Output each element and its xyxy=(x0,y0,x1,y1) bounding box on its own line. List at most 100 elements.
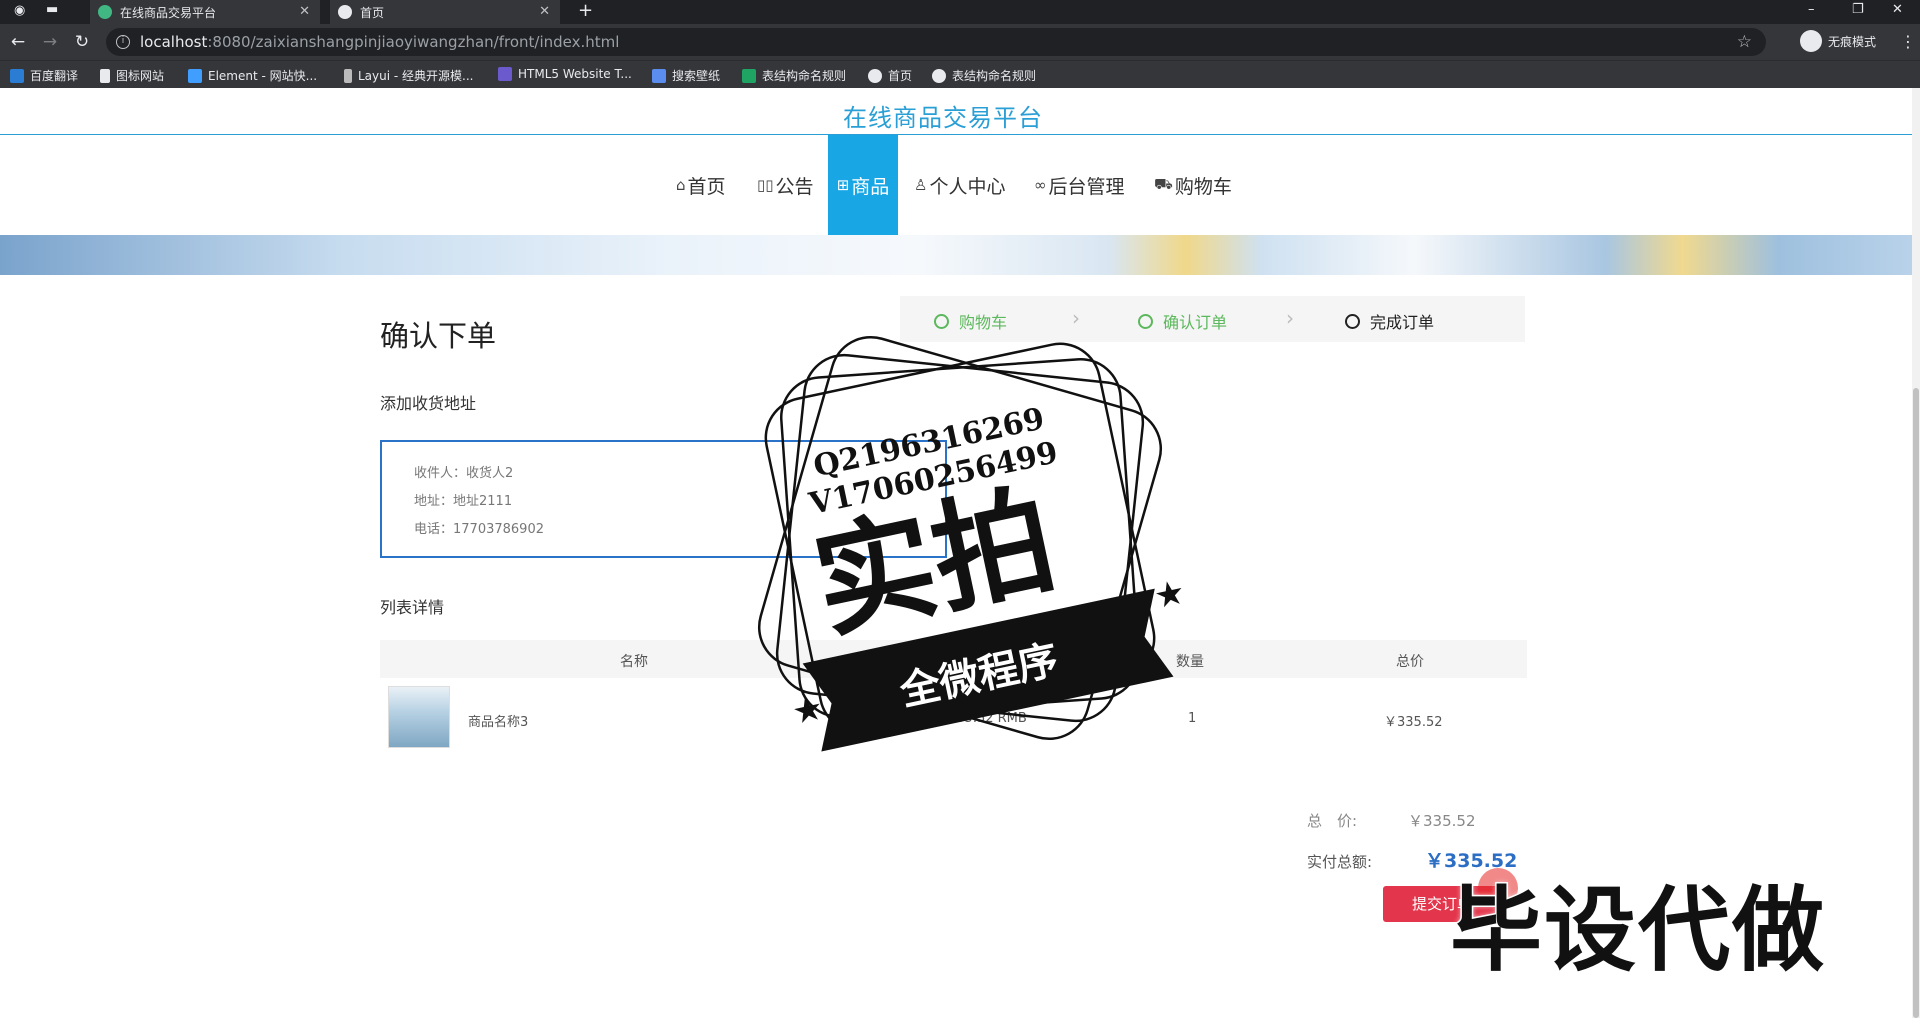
bookmark-label: 表结构命名规则 xyxy=(762,69,847,83)
col-total: 总价 xyxy=(1396,654,1424,670)
bookmark-label: 搜索壁纸 xyxy=(672,69,721,83)
total-label: 总 价: xyxy=(1307,812,1358,830)
bookmarks-bar: 百度翻译 图标网站 Element - 网站快... Layui - 经典开源模… xyxy=(0,60,1920,88)
nav-home[interactable]: ⌂ 首页 xyxy=(676,135,726,235)
menu-icon[interactable]: ⋮ xyxy=(1900,32,1916,51)
bookmark-item[interactable]: 表结构命名规则 xyxy=(742,67,846,84)
page-content: 在线商品交易平台 ⌂ 首页 ▯▯ 公告 ⊞ 商品 ♙ 个人中心 ∞ 后台管理 ⛟ 购物车 确… xyxy=(0,88,1920,1018)
site-title: 在线商品交易平台 xyxy=(843,104,1043,132)
cursor-indicator xyxy=(1478,868,1518,908)
chevron-right-icon: › xyxy=(1286,306,1294,330)
star-icon: ★ xyxy=(1151,572,1189,617)
info-icon[interactable]: i xyxy=(116,35,130,49)
nav-announcement[interactable]: ▯▯ 公告 xyxy=(757,135,814,235)
step-label: 购物车 xyxy=(959,313,1008,332)
translate-icon xyxy=(10,68,24,83)
step-complete: 完成订单 xyxy=(1345,309,1434,333)
forward-icon[interactable]: → xyxy=(40,32,60,52)
bookmark-label: Layui - 经典开源模... xyxy=(358,69,474,83)
home-icon: ⌂ xyxy=(676,176,686,194)
list-section-title: 列表详情 xyxy=(380,598,445,617)
browser-tab-bar: ◉ ▬ 在线商品交易平台 ✕ 首页 ✕ + – ❐ ✕ xyxy=(0,0,1920,24)
url-path: :8080/zaixianshangpinjiaoyiwangzhan/fron… xyxy=(207,33,620,51)
tab-title: 首页 xyxy=(360,5,385,20)
new-tab-button[interactable]: + xyxy=(578,0,593,21)
product-qty: 1 xyxy=(1188,711,1197,726)
page-scrollbar[interactable] xyxy=(1912,88,1920,1018)
circle-icon xyxy=(1345,313,1360,329)
nav-user-center[interactable]: ♙ 个人中心 xyxy=(914,135,1005,235)
profile-label: 无痕模式 xyxy=(1828,34,1877,49)
tab-platform[interactable]: 在线商品交易平台 ✕ xyxy=(90,0,320,24)
bookmark-star-icon[interactable]: ☆ xyxy=(1737,32,1752,52)
nav-label: 购物车 xyxy=(1174,175,1232,198)
sheet-icon xyxy=(742,68,756,83)
layui-icon xyxy=(344,68,352,83)
product-name: 商品名称3 xyxy=(468,715,529,730)
bookmark-item[interactable]: Element - 网站快... xyxy=(188,67,317,84)
nav-label: 个人中心 xyxy=(929,175,1006,198)
bookmark-label: 首页 xyxy=(888,69,913,83)
browser-icon: ◉ xyxy=(14,3,26,18)
step-label: 确认订单 xyxy=(1163,313,1228,332)
window-icon[interactable]: ▬ xyxy=(46,2,58,17)
wallpaper-icon xyxy=(652,68,666,83)
minimize-icon[interactable]: – xyxy=(1808,2,1815,17)
close-window-icon[interactable]: ✕ xyxy=(1892,2,1903,17)
tab-home[interactable]: 首页 ✕ xyxy=(330,0,560,24)
bookmark-item[interactable]: 图标网站 xyxy=(100,67,164,84)
close-tab-icon[interactable]: ✕ xyxy=(299,4,310,19)
page-heading: 确认下单 xyxy=(380,319,497,353)
bookmark-item[interactable]: 搜索壁纸 xyxy=(652,67,720,84)
globe-icon xyxy=(338,5,352,19)
bookmark-label: HTML5 Website T... xyxy=(518,67,632,81)
bookmark-item[interactable]: Layui - 经典开源模... xyxy=(344,67,473,84)
step-cart: 购物车 xyxy=(934,309,1007,333)
address-text: 地址：地址2111 xyxy=(414,494,513,509)
nav-label: 公告 xyxy=(775,175,814,198)
col-name: 名称 xyxy=(620,654,648,670)
step-label: 完成订单 xyxy=(1370,313,1435,332)
flag-icon xyxy=(100,68,110,83)
close-tab-icon[interactable]: ✕ xyxy=(539,4,550,19)
incognito-icon xyxy=(1800,30,1822,52)
bookmark-item[interactable]: HTML5 Website T... xyxy=(498,67,632,81)
total-value: ￥335.52 xyxy=(1408,812,1476,830)
check-circle-icon xyxy=(934,313,949,329)
product-price: 335.52 RMB xyxy=(948,711,1027,726)
nav-cart[interactable]: ⛟ 购物车 xyxy=(1154,135,1232,235)
globe-icon xyxy=(932,68,946,83)
nav-label: 商品 xyxy=(851,175,890,198)
nav-admin[interactable]: ∞ 后台管理 xyxy=(1034,135,1125,235)
tab-title: 在线商品交易平台 xyxy=(120,5,217,20)
bookmark-label: 图标网站 xyxy=(116,69,165,83)
scrollbar-thumb[interactable] xyxy=(1913,388,1919,1018)
nav-label: 首页 xyxy=(687,175,726,198)
order-steps: 购物车 › 确认订单 › 完成订单 xyxy=(900,296,1525,342)
address-bar[interactable]: i localhost:8080/zaixianshangpinjiaoyiwa… xyxy=(106,28,1766,56)
bookmark-item[interactable]: 百度翻译 xyxy=(10,67,78,84)
bookmark-item[interactable]: 首页 xyxy=(868,67,912,84)
link-icon: ∞ xyxy=(1034,176,1047,194)
address-card[interactable]: 收件人：收货人2 地址：地址2111 电话：17703786902 xyxy=(380,440,947,558)
bookmark-item[interactable]: 表结构命名规则 xyxy=(932,67,1036,84)
table-header: 名称 数量 总价 xyxy=(380,640,1527,678)
phone-text: 电话：17703786902 xyxy=(414,522,544,537)
address-section-title: 添加收货地址 xyxy=(380,394,477,413)
banner-image xyxy=(0,235,1912,275)
bookmark-label: Element - 网站快... xyxy=(208,69,318,83)
url-host: localhost xyxy=(140,33,208,51)
incognito-profile[interactable]: 无痕模式 xyxy=(1800,30,1876,52)
nav-products[interactable]: ⊞ 商品 xyxy=(828,135,898,235)
table-row: 商品名称3 335.52 RMB 1 ￥335.52 xyxy=(380,680,1527,760)
restore-icon[interactable]: ❐ xyxy=(1852,2,1864,17)
cart-icon: ⛟ xyxy=(1154,175,1173,193)
reload-icon[interactable]: ↻ xyxy=(72,32,92,52)
chevron-right-icon: › xyxy=(1072,306,1080,330)
grid-icon: ⊞ xyxy=(836,176,850,194)
globe-icon xyxy=(868,68,882,83)
back-icon[interactable]: ← xyxy=(8,32,28,52)
nav-label: 后台管理 xyxy=(1048,175,1125,198)
url-text: localhost:8080/zaixianshangpinjiaoyiwang… xyxy=(140,33,619,51)
element-icon xyxy=(188,68,202,83)
